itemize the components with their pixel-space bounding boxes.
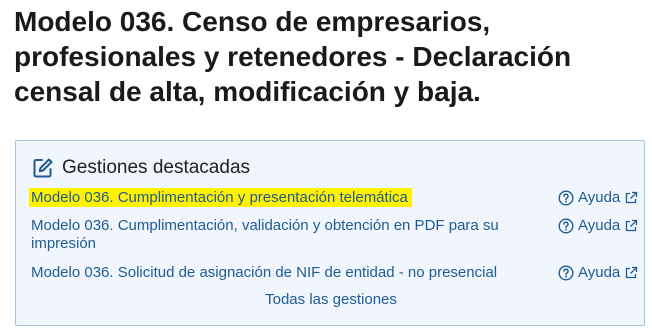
all-actions-link[interactable]: Todas las gestiones (16, 291, 646, 308)
help-link[interactable]: Ayuda (558, 217, 638, 235)
edit-icon (32, 157, 54, 179)
page-title: Modelo 036. Censo de empresarios, profes… (14, 6, 572, 107)
link-cumplimentacion-pdf[interactable]: Modelo 036. Cumplimentación, validación … (31, 217, 536, 253)
external-link-icon (626, 219, 638, 232)
help-label: Ayuda (578, 189, 621, 206)
highlighted-text: Modelo 036. Cumplimentación y presentaci… (29, 188, 412, 207)
help-link[interactable]: Ayuda (558, 264, 638, 282)
external-link-icon (626, 266, 638, 279)
panel-title: Gestiones destacadas (62, 157, 251, 178)
external-link-icon (626, 191, 638, 204)
help-label: Ayuda (578, 264, 621, 281)
link-solicitud-nif[interactable]: Modelo 036. Solicitud de asignación de N… (31, 264, 536, 282)
panel-header: Gestiones destacadas (32, 155, 250, 181)
link-cumplimentacion-presentacion[interactable]: Modelo 036. Cumplimentación y presentaci… (29, 188, 536, 207)
question-circle-icon (558, 190, 574, 206)
question-circle-icon (558, 218, 574, 234)
question-circle-icon (558, 265, 574, 281)
help-link[interactable]: Ayuda (558, 189, 638, 207)
featured-actions-panel: Gestiones destacadas Modelo 036. Cumplim… (15, 140, 645, 326)
help-label: Ayuda (578, 217, 621, 234)
